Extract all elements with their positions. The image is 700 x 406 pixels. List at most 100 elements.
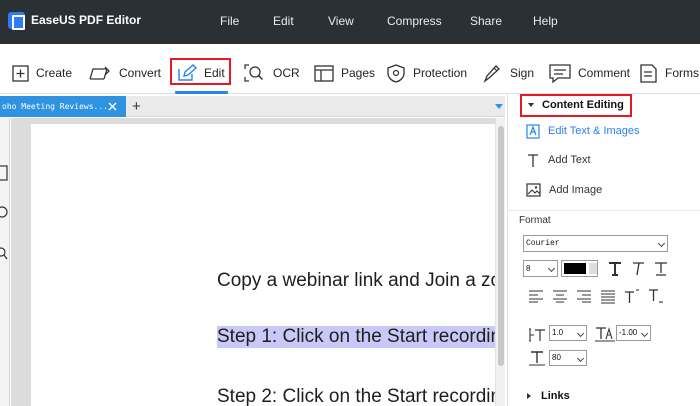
- create-icon: [12, 64, 29, 82]
- align-right-icon[interactable]: [576, 288, 592, 304]
- forms-button[interactable]: Forms: [639, 61, 699, 85]
- bold-icon[interactable]: [607, 261, 623, 277]
- text-icon: [528, 153, 538, 167]
- protection-button[interactable]: Protection: [386, 61, 467, 85]
- document-tab[interactable]: oho Meeting Reviews...: [0, 96, 126, 117]
- image-icon: [526, 183, 541, 197]
- horizontal-scale-select[interactable]: 80: [549, 350, 587, 366]
- pages-label: Pages: [341, 66, 376, 80]
- line-spacing-icon: [529, 328, 545, 342]
- document-text-line-3[interactable]: Step 2: Click on the Start recordin: [217, 386, 501, 406]
- character-spacing-icon: [595, 327, 615, 342]
- align-left-icon[interactable]: [528, 288, 544, 304]
- title-bar: EaseUS PDF Editor File Edit View Compres…: [0, 0, 700, 44]
- left-sidebar: [0, 118, 10, 406]
- menu-file[interactable]: File: [220, 14, 239, 28]
- protection-label: Protection: [413, 66, 468, 80]
- chevron-down-icon: [640, 329, 649, 338]
- forms-icon: [640, 63, 657, 83]
- tab-list-dropdown-icon[interactable]: [495, 104, 503, 109]
- content-editing-header[interactable]: Content Editing: [520, 94, 632, 117]
- chevron-down-icon: [576, 354, 585, 363]
- font-family-value: Courier: [526, 239, 560, 248]
- add-image-button[interactable]: Add Image: [526, 180, 602, 200]
- pdf-page[interactable]: Copy a webinar link and Join a zo Step 1…: [31, 124, 511, 406]
- character-spacing-select[interactable]: -1.00: [616, 325, 651, 341]
- create-button[interactable]: Create: [12, 61, 72, 85]
- format-heading: Format: [519, 215, 551, 226]
- app-logo-icon: [8, 12, 25, 30]
- comment-icon: [549, 63, 571, 83]
- pages-icon: [314, 64, 334, 82]
- panel-divider: [508, 210, 700, 211]
- color-dropdown-icon: [589, 263, 597, 274]
- align-justify-icon[interactable]: [600, 288, 616, 304]
- search-icon[interactable]: [0, 246, 8, 262]
- italic-icon[interactable]: [630, 261, 646, 277]
- horizontal-scale-value: 80: [552, 353, 561, 362]
- comment-label: Comment: [578, 66, 631, 80]
- line-spacing-select[interactable]: 1.0: [549, 325, 587, 341]
- horizontal-scale-icon: [529, 351, 545, 366]
- app-window: EaseUS PDF Editor File Edit View Compres…: [0, 0, 700, 406]
- font-family-select[interactable]: Courier: [523, 235, 668, 252]
- menu-edit[interactable]: Edit: [273, 14, 294, 28]
- menu-share[interactable]: Share: [470, 14, 502, 28]
- links-label: Links: [541, 390, 570, 402]
- add-text-label: Add Text: [548, 154, 591, 166]
- underline-icon[interactable]: [653, 261, 669, 277]
- menu-view[interactable]: View: [328, 14, 354, 28]
- sign-label: Sign: [510, 66, 535, 80]
- sign-button[interactable]: Sign: [483, 61, 534, 85]
- content-editing-panel: Content Editing Edit Text & Images Add T…: [507, 94, 700, 406]
- font-color-swatch: [564, 263, 586, 274]
- close-icon[interactable]: [107, 101, 118, 112]
- add-text-button[interactable]: Add Text: [526, 150, 591, 170]
- document-text-line-1[interactable]: Copy a webinar link and Join a zo: [217, 270, 501, 292]
- add-tab-button[interactable]: +: [132, 99, 141, 114]
- ocr-button[interactable]: OCR: [244, 61, 300, 85]
- chevron-down-icon: [547, 264, 556, 273]
- document-canvas: Copy a webinar link and Join a zo Step 1…: [11, 118, 511, 406]
- scrollbar-thumb[interactable]: [498, 126, 504, 366]
- edit-text-images-label: Edit Text & Images: [548, 125, 640, 137]
- page-thumbnail-icon[interactable]: [0, 165, 8, 181]
- menu-compress[interactable]: Compress: [387, 14, 442, 28]
- vertical-scrollbar[interactable]: [495, 118, 505, 406]
- font-size-value: 8: [526, 264, 531, 273]
- chevron-right-icon: [527, 393, 531, 399]
- document-tab-title: oho Meeting Reviews...: [2, 102, 108, 111]
- edit-highlight-box: [170, 58, 231, 85]
- ocr-label: OCR: [273, 66, 300, 80]
- convert-icon: [89, 66, 110, 80]
- comment-button[interactable]: Comment: [549, 61, 630, 85]
- create-label: Create: [36, 66, 73, 80]
- document-text-line-2-selected[interactable]: Step 1: Click on the Start recordin: [217, 326, 506, 348]
- shield-icon: [387, 63, 405, 83]
- chevron-down-icon: [657, 239, 666, 248]
- document-tab-bar: oho Meeting Reviews... +: [0, 96, 505, 117]
- content-editing-label: Content Editing: [542, 99, 624, 111]
- pen-icon: [483, 64, 500, 83]
- font-size-select[interactable]: 8: [523, 260, 558, 277]
- edit-text-images-icon: [526, 123, 540, 139]
- main-toolbar: Create Convert Edit OCR Pages Protection…: [0, 44, 700, 94]
- links-section-toggle[interactable]: Links: [527, 390, 570, 402]
- subscript-icon[interactable]: [648, 288, 664, 304]
- forms-label: Forms: [665, 66, 699, 80]
- menu-help[interactable]: Help: [533, 14, 558, 28]
- align-center-icon[interactable]: [552, 288, 568, 304]
- bookmark-icon[interactable]: [0, 206, 8, 220]
- app-title: EaseUS PDF Editor: [31, 13, 142, 27]
- line-spacing-value: 1.0: [552, 328, 564, 337]
- convert-button[interactable]: Convert: [88, 61, 161, 85]
- edit-active-indicator: [175, 91, 228, 94]
- superscript-icon[interactable]: [624, 288, 640, 304]
- character-spacing-value: -1.00: [619, 328, 638, 337]
- add-image-label: Add Image: [549, 184, 603, 196]
- font-color-picker[interactable]: [561, 260, 598, 277]
- chevron-down-icon: [528, 103, 534, 108]
- chevron-down-icon: [576, 329, 585, 338]
- edit-text-images-button[interactable]: Edit Text & Images: [526, 121, 640, 141]
- pages-button[interactable]: Pages: [314, 61, 375, 85]
